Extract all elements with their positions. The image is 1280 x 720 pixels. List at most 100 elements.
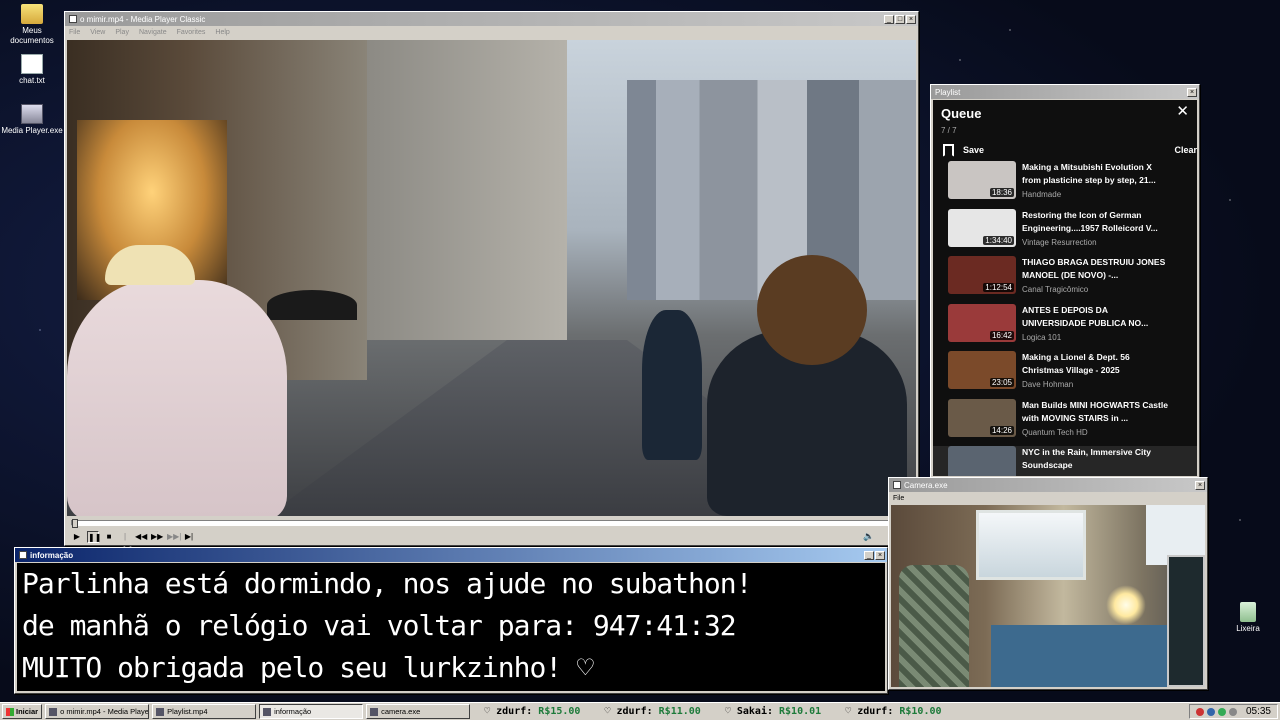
- taskbar-clock[interactable]: 05:35: [1246, 706, 1271, 717]
- skip-forward-icon[interactable]: ▶▶|: [167, 531, 181, 543]
- player-titlebar[interactable]: o mimir.mp4 - Media Player Classic _ □ ×: [65, 12, 918, 26]
- frame-step-icon[interactable]: ▶|: [183, 531, 195, 543]
- queue-count: 7 / 7: [941, 126, 957, 135]
- video-title: Restoring the Icon of German Engineering…: [1022, 209, 1158, 233]
- task-playlist[interactable]: Playlist.mp4: [152, 704, 257, 719]
- pause-icon[interactable]: ❚❚: [87, 531, 101, 543]
- video-title: THIAGO BRAGA DESTRUIU JONES MANOEL (DE N…: [1022, 257, 1166, 280]
- tray-record-icon[interactable]: [1195, 707, 1204, 716]
- camera-monitor: [1167, 555, 1205, 687]
- minimize-button[interactable]: _: [864, 550, 874, 560]
- queue-item[interactable]: 23:05 Making a Lionel & Dept. 56 Christma…: [933, 351, 1197, 399]
- seek-handle[interactable]: [72, 519, 78, 528]
- maximize-button[interactable]: □: [895, 14, 905, 24]
- info-line: MUITO obrigada pelo seu lurkzinho! ♡: [22, 651, 594, 684]
- queue-item[interactable]: 16:42 ANTES E DEPOIS DA UNIVERSIDADE PUBL…: [933, 303, 1197, 352]
- video-thumbnail: 1:34:40: [948, 208, 1016, 247]
- camera-icon: [370, 707, 379, 716]
- tray-app-icon[interactable]: [1217, 707, 1226, 716]
- menu-help[interactable]: Help: [215, 26, 229, 39]
- donation-ticker: ♡ zdurf: R$15.00 ♡ zdurf: R$11.00 ♡ Saka…: [470, 706, 1189, 717]
- desktop-icon-label: Media Player.exe: [1, 126, 63, 135]
- skip-back-icon[interactable]: |◀◀: [119, 531, 131, 553]
- close-button[interactable]: ×: [1195, 480, 1205, 490]
- window-title: informação: [30, 550, 74, 560]
- task-label: camera.exe: [381, 707, 421, 716]
- video-frame[interactable]: [67, 40, 916, 516]
- start-button[interactable]: Iniciar: [2, 704, 43, 719]
- video-skyline: [627, 80, 916, 300]
- rewind-icon[interactable]: ◀◀: [135, 531, 147, 543]
- donation-amount: R$10.01: [779, 706, 822, 717]
- tray-volume-icon[interactable]: [1228, 707, 1237, 716]
- video-thumbnail: 14:26: [948, 398, 1016, 437]
- save-button[interactable]: Save: [943, 143, 984, 157]
- queue-item[interactable]: 18:36 Making a Mitsubishi Evolution X fro…: [933, 161, 1197, 209]
- volume-icon[interactable]: 🔈: [863, 531, 874, 542]
- stop-icon[interactable]: ■: [103, 531, 115, 543]
- information-window[interactable]: informação _ × Parlinha está dormindo, n…: [14, 547, 888, 694]
- close-button[interactable]: ×: [1187, 87, 1197, 97]
- queue-item[interactable]: NYC in the Rain, Immersive City Soundsca…: [933, 446, 1197, 476]
- camera-titlebar[interactable]: Camera.exe ×: [889, 478, 1207, 492]
- channel-name: Handmade: [1022, 190, 1062, 199]
- text-file-icon: [21, 54, 43, 74]
- window-title: o mimir.mp4 - Media Player Classic: [80, 14, 206, 24]
- minimize-button[interactable]: _: [884, 14, 894, 24]
- close-button[interactable]: ×: [906, 14, 916, 24]
- menu-favorites[interactable]: Favorites: [177, 26, 206, 39]
- bookmark-icon: [943, 143, 954, 157]
- video-thumbnail: 16:42: [948, 303, 1016, 342]
- taskbar: Iniciar o mimir.mp4 - Media Player... Pl…: [0, 702, 1280, 720]
- video-pedestrian: [642, 310, 702, 460]
- desktop-icon-media-player[interactable]: Media Player.exe: [0, 104, 64, 136]
- play-icon[interactable]: ▶: [71, 531, 83, 543]
- windows-logo-icon: [6, 707, 14, 716]
- playlist-window[interactable]: Playlist × Queue 7 / 7 ✕ Save Clear 18:3…: [930, 84, 1200, 479]
- info-titlebar[interactable]: informação _ ×: [15, 548, 887, 562]
- queue-panel: Queue 7 / 7 ✕ Save Clear 18:36 Making a M…: [933, 100, 1197, 476]
- task-camera[interactable]: camera.exe: [366, 704, 471, 719]
- start-label: Iniciar: [16, 707, 39, 716]
- video-duration: 14:26: [989, 425, 1014, 435]
- camera-window[interactable]: Camera.exe × File: [888, 477, 1208, 690]
- system-tray: 05:35: [1188, 704, 1278, 719]
- desktop-icon-meus-documentos[interactable]: Meus documentos: [0, 4, 64, 46]
- video-title: ANTES E DEPOIS DA UNIVERSIDADE PUBLICA N…: [1022, 304, 1149, 328]
- info-line: de manhã o relógio vai voltar para: 947:…: [22, 609, 737, 642]
- desktop-icon-lixeira[interactable]: Lixeira: [1216, 602, 1280, 634]
- video-duration: 18:36: [989, 188, 1014, 197]
- queue-list: 18:36 Making a Mitsubishi Evolution X fro…: [933, 161, 1197, 476]
- video-duration: 23:05: [989, 378, 1014, 387]
- clear-button[interactable]: Clear: [1174, 145, 1197, 155]
- video-title: Man Builds MINI HOGWARTS Castle with MOV…: [1022, 399, 1168, 423]
- task-informacao[interactable]: informação: [259, 704, 364, 719]
- info-line: Parlinha está dormindo, nos ajude no sub…: [22, 567, 752, 600]
- desktop-icon-chat[interactable]: chat.txt: [0, 54, 64, 86]
- playlist-titlebar[interactable]: Playlist ×: [931, 85, 1199, 99]
- video-title: Making a Lionel & Dept. 56 Christmas Vil…: [1022, 352, 1130, 375]
- donation-entry: ♡ zdurf: R$11.00: [604, 706, 701, 717]
- menu-navigate[interactable]: Navigate: [139, 26, 167, 39]
- media-player-window[interactable]: o mimir.mp4 - Media Player Classic _ □ ×…: [64, 11, 919, 553]
- menu-play[interactable]: Play: [115, 26, 129, 39]
- menu-view[interactable]: View: [90, 26, 105, 39]
- channel-name: Logica 101: [1022, 332, 1062, 342]
- task-media-player[interactable]: o mimir.mp4 - Media Player...: [45, 704, 150, 719]
- camera-feed: [891, 505, 1205, 687]
- executable-icon: [21, 104, 43, 124]
- close-icon[interactable]: ✕: [1176, 104, 1189, 119]
- fast-forward-icon[interactable]: ▶▶: [151, 531, 163, 543]
- queue-item[interactable]: 14:26 Man Builds MINI HOGWARTS Castle wit…: [933, 398, 1197, 447]
- desktop-icon-label: Lixeira: [1236, 624, 1260, 633]
- donation-amount: R$15.00: [538, 706, 581, 717]
- queue-item[interactable]: 1:34:40 Restoring the Icon of German Engi…: [933, 208, 1197, 257]
- tray-network-icon[interactable]: [1206, 707, 1215, 716]
- menu-file[interactable]: File: [893, 492, 904, 505]
- menu-file[interactable]: File: [69, 26, 80, 39]
- donation-entry: ♡ zdurf: R$10.00: [845, 706, 942, 717]
- queue-item[interactable]: 1:12:54 THIAGO BRAGA DESTRUIU JONES MANOE…: [933, 256, 1197, 304]
- seek-bar[interactable]: [71, 519, 914, 528]
- queue-heading: Queue: [941, 106, 982, 121]
- close-button[interactable]: ×: [875, 550, 885, 560]
